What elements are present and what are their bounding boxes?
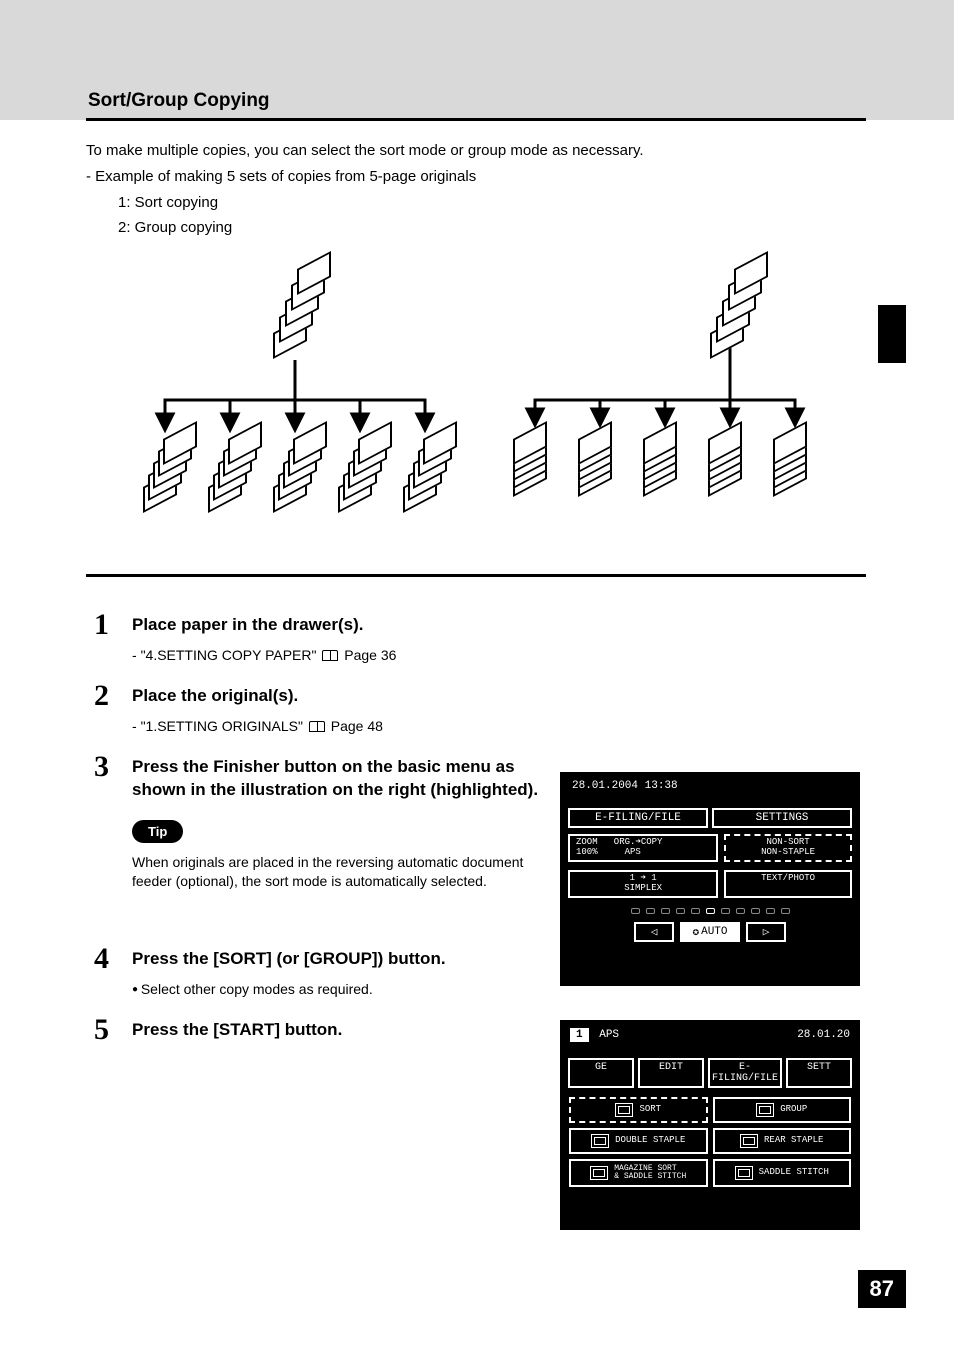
step-1: 1 Place paper in the drawer(s). "4.SETTI… — [94, 614, 864, 663]
step-title: Press the [SORT] (or [GROUP]) button. — [132, 948, 572, 971]
screen1-nonsort-button[interactable]: NON-SORT NON-STAPLE — [724, 834, 852, 862]
ref-label: "1.SETTING ORIGINALS" — [132, 718, 303, 734]
screen2-opt-group[interactable]: GROUP — [713, 1097, 852, 1123]
group-icon — [756, 1103, 774, 1117]
screen1-zoom-block[interactable]: ZOOM ORG.➜COPY 100% APS — [568, 834, 718, 862]
screen2-aps: APS — [599, 1029, 619, 1041]
screen2-opt-magazine-sort[interactable]: MAGAZINE SORT & SADDLE STITCH — [569, 1159, 708, 1187]
step-number: 3 — [94, 750, 109, 784]
page-number: 87 — [858, 1270, 906, 1308]
step-2: 2 Place the original(s). "1.SETTING ORIG… — [94, 685, 864, 734]
book-icon — [322, 650, 338, 661]
intro-sub-1: 1: Sort copying — [118, 192, 866, 214]
divider — [86, 574, 866, 577]
step-number: 2 — [94, 679, 109, 713]
screen1-datetime: 28.01.2004 13:38 — [562, 774, 858, 794]
screen1-nav-left[interactable]: ◁ — [634, 922, 674, 942]
side-tab — [878, 305, 906, 363]
intro-example: Example of making 5 sets of copies from … — [86, 166, 866, 188]
ref-page: Page 48 — [331, 718, 383, 734]
intro-lead: To make multiple copies, you can select … — [86, 140, 866, 162]
screen2-count: 1 — [570, 1028, 589, 1042]
sort-icon — [615, 1103, 633, 1117]
screen2-tab-ge[interactable]: GE — [568, 1058, 634, 1088]
screen1-mode-button[interactable]: TEXT/PHOTO — [724, 870, 852, 898]
magazine-sort-icon — [590, 1166, 608, 1180]
screen2-datetime: 28.01.20 — [797, 1029, 850, 1041]
tip-badge: Tip — [132, 820, 183, 843]
screen2-opt-rear-staple[interactable]: REAR STAPLE — [713, 1128, 852, 1154]
step-title: Press the Finisher button on the basic m… — [132, 756, 572, 802]
screen1-simplex-button[interactable]: 1 ➜ 1 SIMPLEX — [568, 870, 718, 898]
screen1-nav-right[interactable]: ▷ — [746, 922, 786, 942]
double-staple-icon — [591, 1134, 609, 1148]
screen-finisher-menu: 1 APS 28.01.20 GE EDIT E-FILING/FILE SET… — [560, 1020, 860, 1230]
step-number: 1 — [94, 608, 109, 642]
tip-text: When originals are placed in the reversi… — [132, 853, 552, 892]
screen2-tab-edit[interactable]: EDIT — [638, 1058, 704, 1088]
step-title: Place paper in the drawer(s). — [132, 614, 572, 637]
screen1-tab-efiling[interactable]: E-FILING/FILE — [568, 808, 708, 828]
screen2-opt-sort[interactable]: SORT — [569, 1097, 708, 1123]
intro-sub-2: 2: Group copying — [118, 217, 866, 239]
screen2-opt-double-staple[interactable]: DOUBLE STAPLE — [569, 1128, 708, 1154]
screen1-tab-settings[interactable]: SETTINGS — [712, 808, 852, 828]
ref-label: "4.SETTING COPY PAPER" — [132, 647, 316, 663]
book-icon — [309, 721, 325, 732]
title-rule — [86, 118, 866, 121]
screen2-opt-saddle-stitch[interactable]: SADDLE STITCH — [713, 1159, 852, 1187]
ref-page: Page 36 — [344, 647, 396, 663]
screen2-tab-efiling[interactable]: E-FILING/FILE — [708, 1058, 782, 1088]
rear-staple-icon — [740, 1134, 758, 1148]
step-title: Press the [START] button. — [132, 1019, 572, 1042]
screen1-tray-indicator — [562, 902, 858, 922]
diagram-area — [135, 270, 835, 530]
step-number: 4 — [94, 942, 109, 976]
screen1-auto-button[interactable]: ✪AUTO — [680, 922, 740, 942]
screen2-tab-sett[interactable]: SETT — [786, 1058, 852, 1088]
section-title: Sort/Group Copying — [88, 90, 270, 112]
saddle-stitch-icon — [735, 1166, 753, 1180]
intro-block: To make multiple copies, you can select … — [86, 140, 866, 243]
step-number: 5 — [94, 1013, 109, 1047]
screen-basic-menu: 28.01.2004 13:38 E-FILING/FILE SETTINGS … — [560, 772, 860, 986]
step-title: Place the original(s). — [132, 685, 572, 708]
